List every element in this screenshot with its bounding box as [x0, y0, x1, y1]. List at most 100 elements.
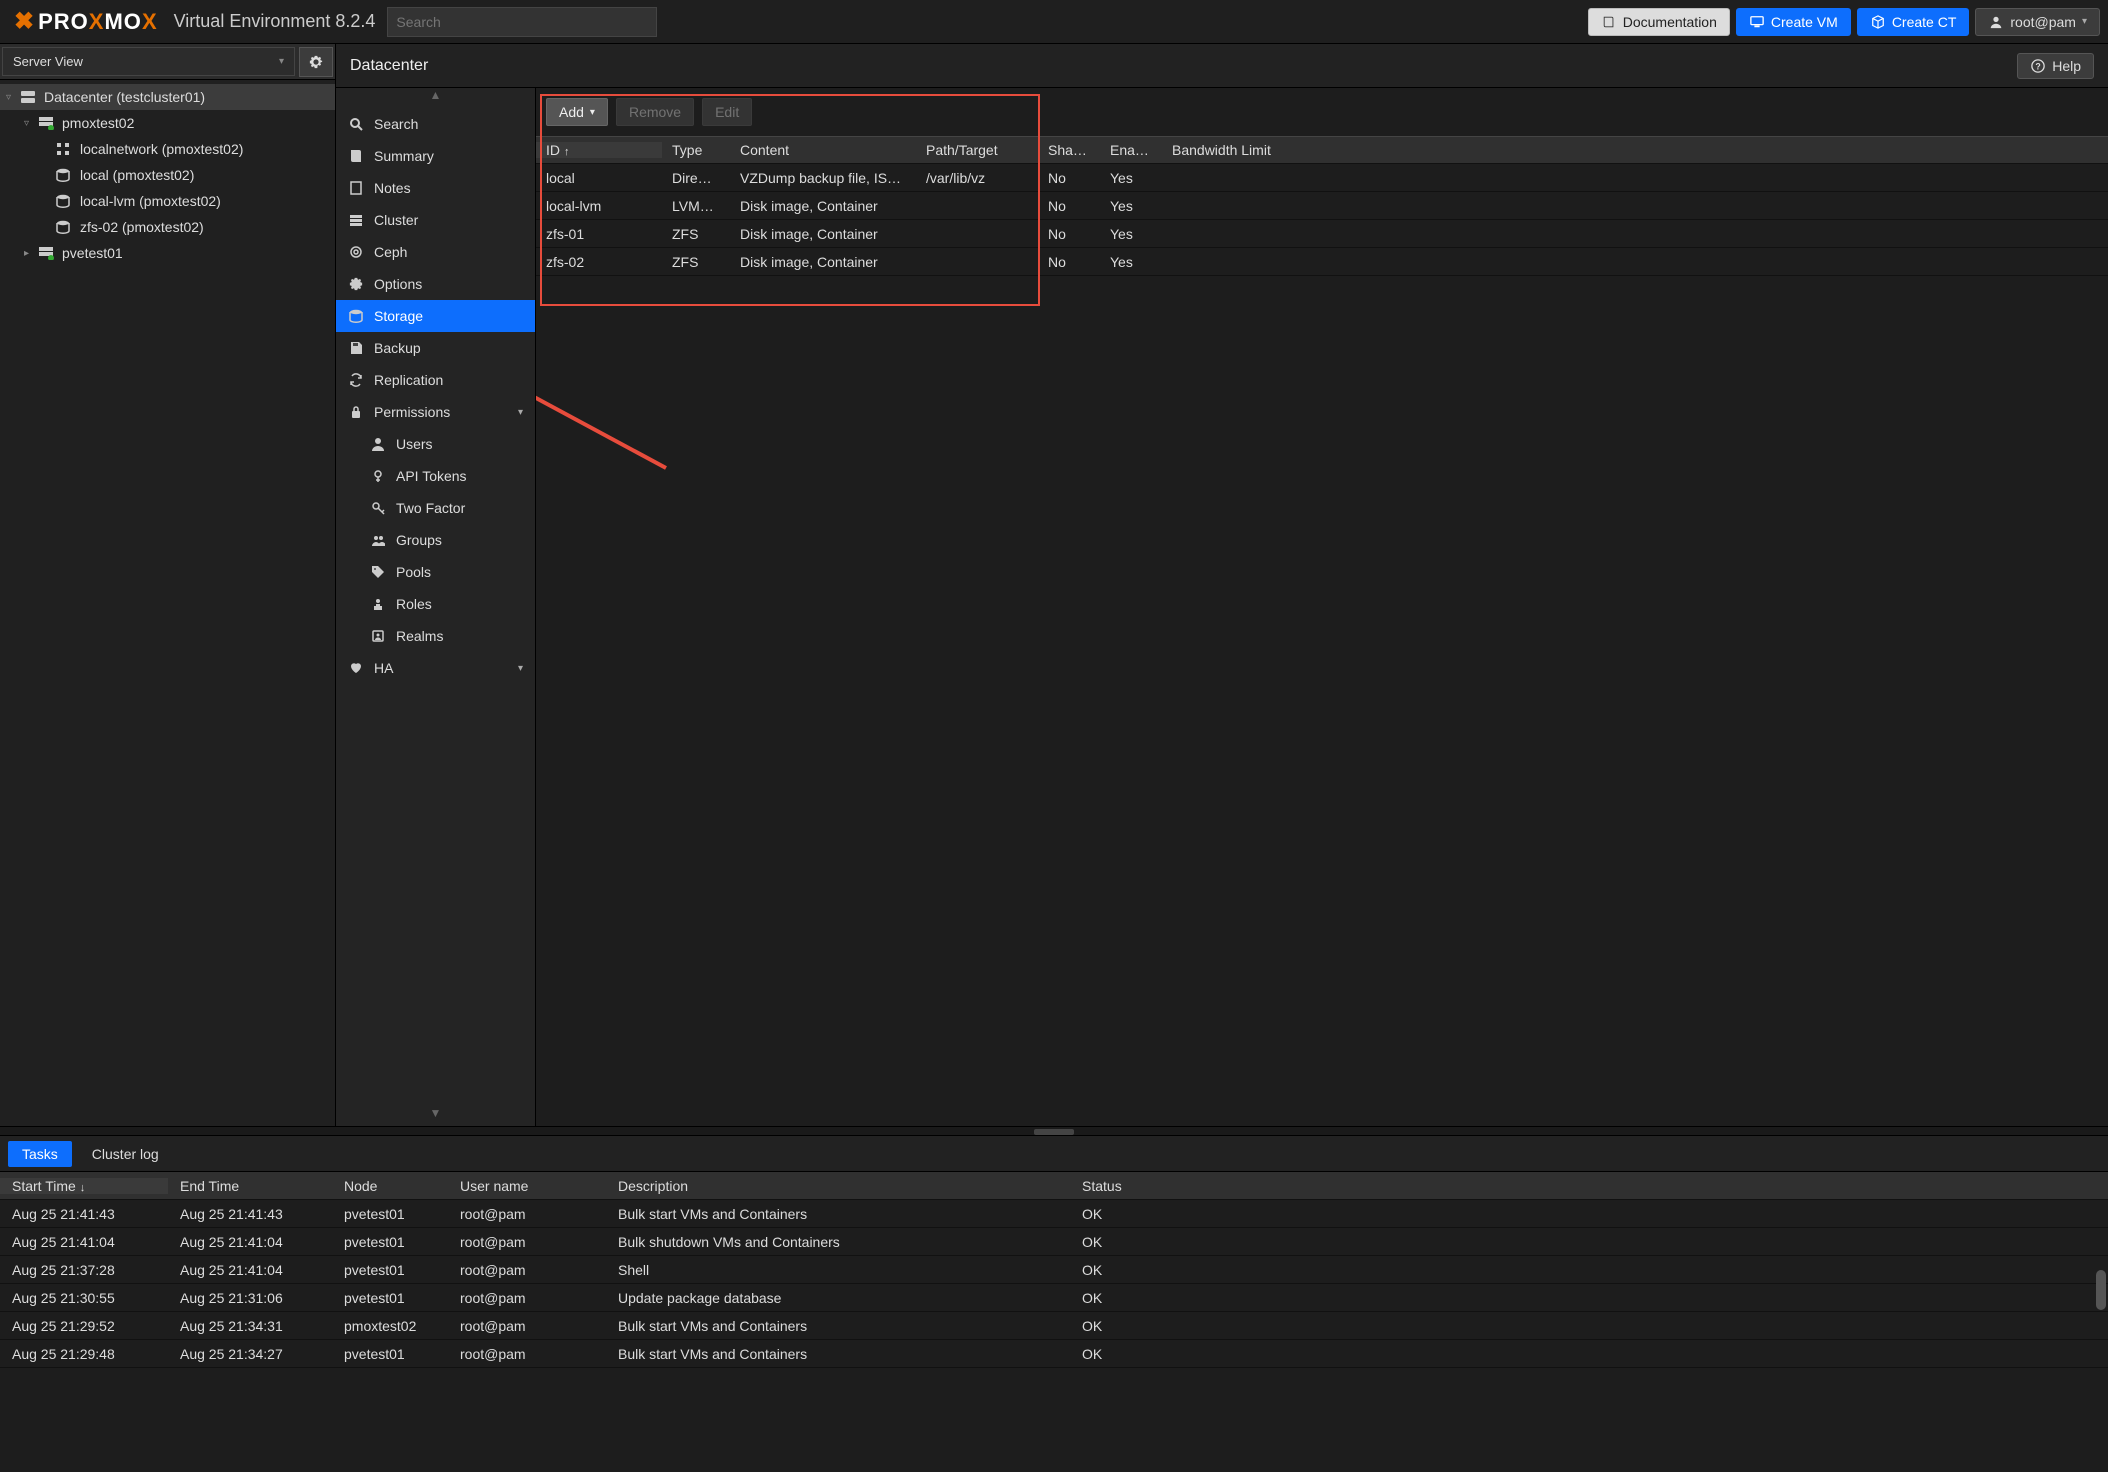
cell-path: /var/lib/vz [916, 170, 1038, 186]
storage-row[interactable]: local-lvmLVM…Disk image, ContainerNoYes [536, 192, 2108, 220]
cell-start: Aug 25 21:30:55 [0, 1290, 168, 1306]
product-subtitle: Virtual Environment 8.2.4 [174, 11, 376, 32]
task-row[interactable]: Aug 25 21:29:48Aug 25 21:34:27pvetest01r… [0, 1340, 2108, 1368]
chevron-down-icon: ▾ [518, 663, 523, 674]
tree-node[interactable]: zfs-02 (pmoxtest02) [0, 214, 335, 240]
nav-item-storage[interactable]: Storage [336, 300, 535, 332]
nav-item-ha[interactable]: HA ▾ [336, 652, 535, 684]
nav-item-options[interactable]: Options [336, 268, 535, 300]
nav-item-pools[interactable]: Pools [336, 556, 535, 588]
cell-status: OK [1070, 1290, 2108, 1306]
nav-label: Realms [396, 628, 443, 644]
storage-row[interactable]: localDire…VZDump backup file, IS…/var/li… [536, 164, 2108, 192]
col-description[interactable]: Description [606, 1178, 1070, 1194]
config-nav: ▲ SearchSummaryNotesCluster Ceph Options St… [336, 88, 536, 1126]
storage-panel: Add ▾ Remove Edit ID↑ Type [536, 88, 2108, 1126]
cell-content: Disk image, Container [730, 254, 916, 270]
nav-item-ceph[interactable]: Ceph [336, 236, 535, 268]
user-menu-button[interactable]: root@pam ▾ [1975, 8, 2100, 36]
col-content[interactable]: Content [730, 142, 916, 158]
nav-label: HA [374, 660, 393, 676]
tree-node[interactable]: ▸pvetest01 [0, 240, 335, 266]
nav-scroll-up[interactable]: ▲ [336, 88, 535, 108]
col-status[interactable]: Status [1070, 1178, 2108, 1194]
storage-row[interactable]: zfs-01ZFSDisk image, ContainerNoYes [536, 220, 2108, 248]
help-button[interactable]: ? Help [2017, 53, 2094, 79]
create-ct-button[interactable]: Create CT [1857, 8, 1970, 36]
tab-cluster-log[interactable]: Cluster log [78, 1141, 173, 1167]
search-icon [348, 116, 364, 132]
col-enabled[interactable]: Ena… [1100, 142, 1162, 158]
tree-node[interactable]: localnetwork (pmoxtest02) [0, 136, 335, 162]
cell-shared: No [1038, 254, 1100, 270]
col-type[interactable]: Type [662, 142, 730, 158]
logo-text: PROXMOX [38, 9, 158, 35]
task-row[interactable]: Aug 25 21:37:28Aug 25 21:41:04pvetest01r… [0, 1256, 2108, 1284]
nav-label: Permissions [374, 404, 450, 420]
cell-status: OK [1070, 1206, 2108, 1222]
nav-label: Ceph [374, 244, 407, 260]
nav-label: Options [374, 276, 422, 292]
chevron-down-icon: ▾ [279, 56, 284, 67]
task-row[interactable]: Aug 25 21:41:04Aug 25 21:41:04pvetest01r… [0, 1228, 2108, 1256]
scrollbar[interactable] [2096, 1270, 2106, 1472]
book-icon [1601, 14, 1617, 30]
cell-id: zfs-01 [536, 226, 662, 242]
create-vm-button[interactable]: Create VM [1736, 8, 1851, 36]
cell-user: root@pam [448, 1318, 606, 1334]
task-row[interactable]: Aug 25 21:30:55Aug 25 21:31:06pvetest01r… [0, 1284, 2108, 1312]
cell-user: root@pam [448, 1290, 606, 1306]
nav-item-users[interactable]: Users [336, 428, 535, 460]
col-start-time[interactable]: Start Time↓ [0, 1178, 168, 1194]
cell-type: Dire… [662, 170, 730, 186]
nav-item-summary[interactable]: Summary [336, 140, 535, 172]
task-row[interactable]: Aug 25 21:41:43Aug 25 21:41:43pvetest01r… [0, 1200, 2108, 1228]
nav-label: Roles [396, 596, 432, 612]
tree-node[interactable]: ▿pmoxtest02 [0, 110, 335, 136]
nav-item-realms[interactable]: Realms [336, 620, 535, 652]
nav-item-notes[interactable]: Notes [336, 172, 535, 204]
topbar: ✖ PROXMOX Virtual Environment 8.2.4 Docu… [0, 0, 2108, 44]
col-id[interactable]: ID↑ [536, 142, 662, 158]
cell-shared: No [1038, 226, 1100, 242]
cell-desc: Update package database [606, 1290, 1070, 1306]
gear-icon [348, 276, 364, 292]
nav-item-cluster[interactable]: Cluster [336, 204, 535, 236]
tree-settings-button[interactable] [299, 47, 333, 77]
nav-item-replication[interactable]: Replication [336, 364, 535, 396]
search-input[interactable] [387, 7, 657, 37]
resource-tree[interactable]: ▿Datacenter (testcluster01)▿pmoxtest02lo… [0, 80, 335, 1126]
sort-desc-icon: ↓ [80, 1182, 86, 1194]
col-end-time[interactable]: End Time [168, 1178, 332, 1194]
nav-item-permissions[interactable]: Permissions▾ [336, 396, 535, 428]
server-view-combo[interactable]: Server View ▾ [2, 47, 295, 76]
col-node[interactable]: Node [332, 1178, 448, 1194]
storage-row[interactable]: zfs-02ZFSDisk image, ContainerNoYes [536, 248, 2108, 276]
edit-button[interactable]: Edit [702, 98, 752, 126]
net-icon [56, 142, 76, 156]
nav-item-groups[interactable]: Groups [336, 524, 535, 556]
documentation-button[interactable]: Documentation [1588, 8, 1730, 36]
col-path[interactable]: Path/Target [916, 142, 1038, 158]
tab-tasks[interactable]: Tasks [8, 1141, 72, 1167]
nav-item-two-factor[interactable]: Two Factor [336, 492, 535, 524]
task-row[interactable]: Aug 25 21:29:52Aug 25 21:34:31pmoxtest02… [0, 1312, 2108, 1340]
page-title: Datacenter [350, 57, 428, 75]
nav-scroll-down[interactable]: ▼ [336, 1106, 535, 1126]
log-splitter[interactable] [0, 1126, 2108, 1136]
remove-button[interactable]: Remove [616, 98, 694, 126]
add-button[interactable]: Add ▾ [546, 98, 608, 126]
tree-node[interactable]: local-lvm (pmoxtest02) [0, 188, 335, 214]
nav-item-roles[interactable]: Roles [336, 588, 535, 620]
nav-item-backup[interactable]: Backup [336, 332, 535, 364]
nav-item-search[interactable]: Search [336, 108, 535, 140]
cell-node: pvetest01 [332, 1346, 448, 1362]
sort-asc-icon: ↑ [564, 146, 570, 158]
col-user[interactable]: User name [448, 1178, 606, 1194]
tree-node[interactable]: local (pmoxtest02) [0, 162, 335, 188]
col-bandwidth[interactable]: Bandwidth Limit [1162, 142, 2108, 158]
tree-node[interactable]: ▿Datacenter (testcluster01) [0, 84, 335, 110]
nav-item-api-tokens[interactable]: API Tokens [336, 460, 535, 492]
col-shared[interactable]: Sha… [1038, 142, 1100, 158]
expand-icon: ▿ [6, 92, 20, 103]
